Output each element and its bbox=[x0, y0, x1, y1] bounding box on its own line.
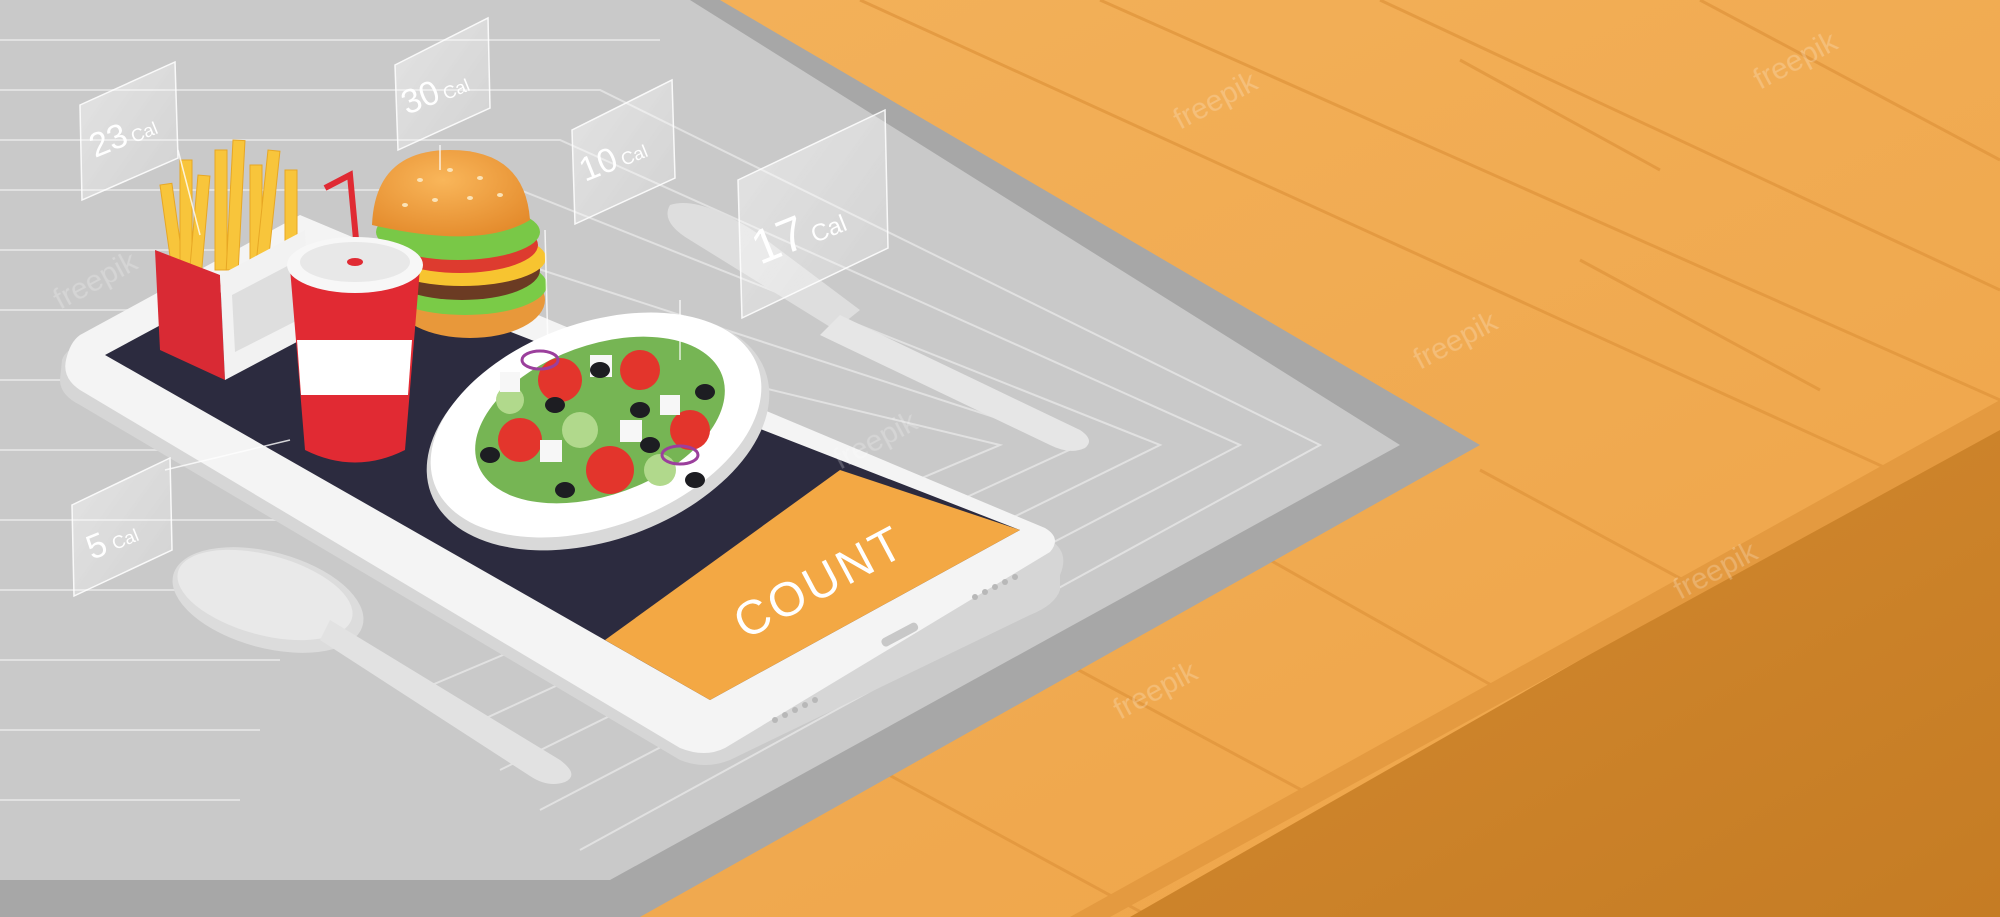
illustration-canvas: COUNT 23 Cal 30 Cal 10 Cal 17 Cal 5 Cal … bbox=[0, 0, 2000, 917]
